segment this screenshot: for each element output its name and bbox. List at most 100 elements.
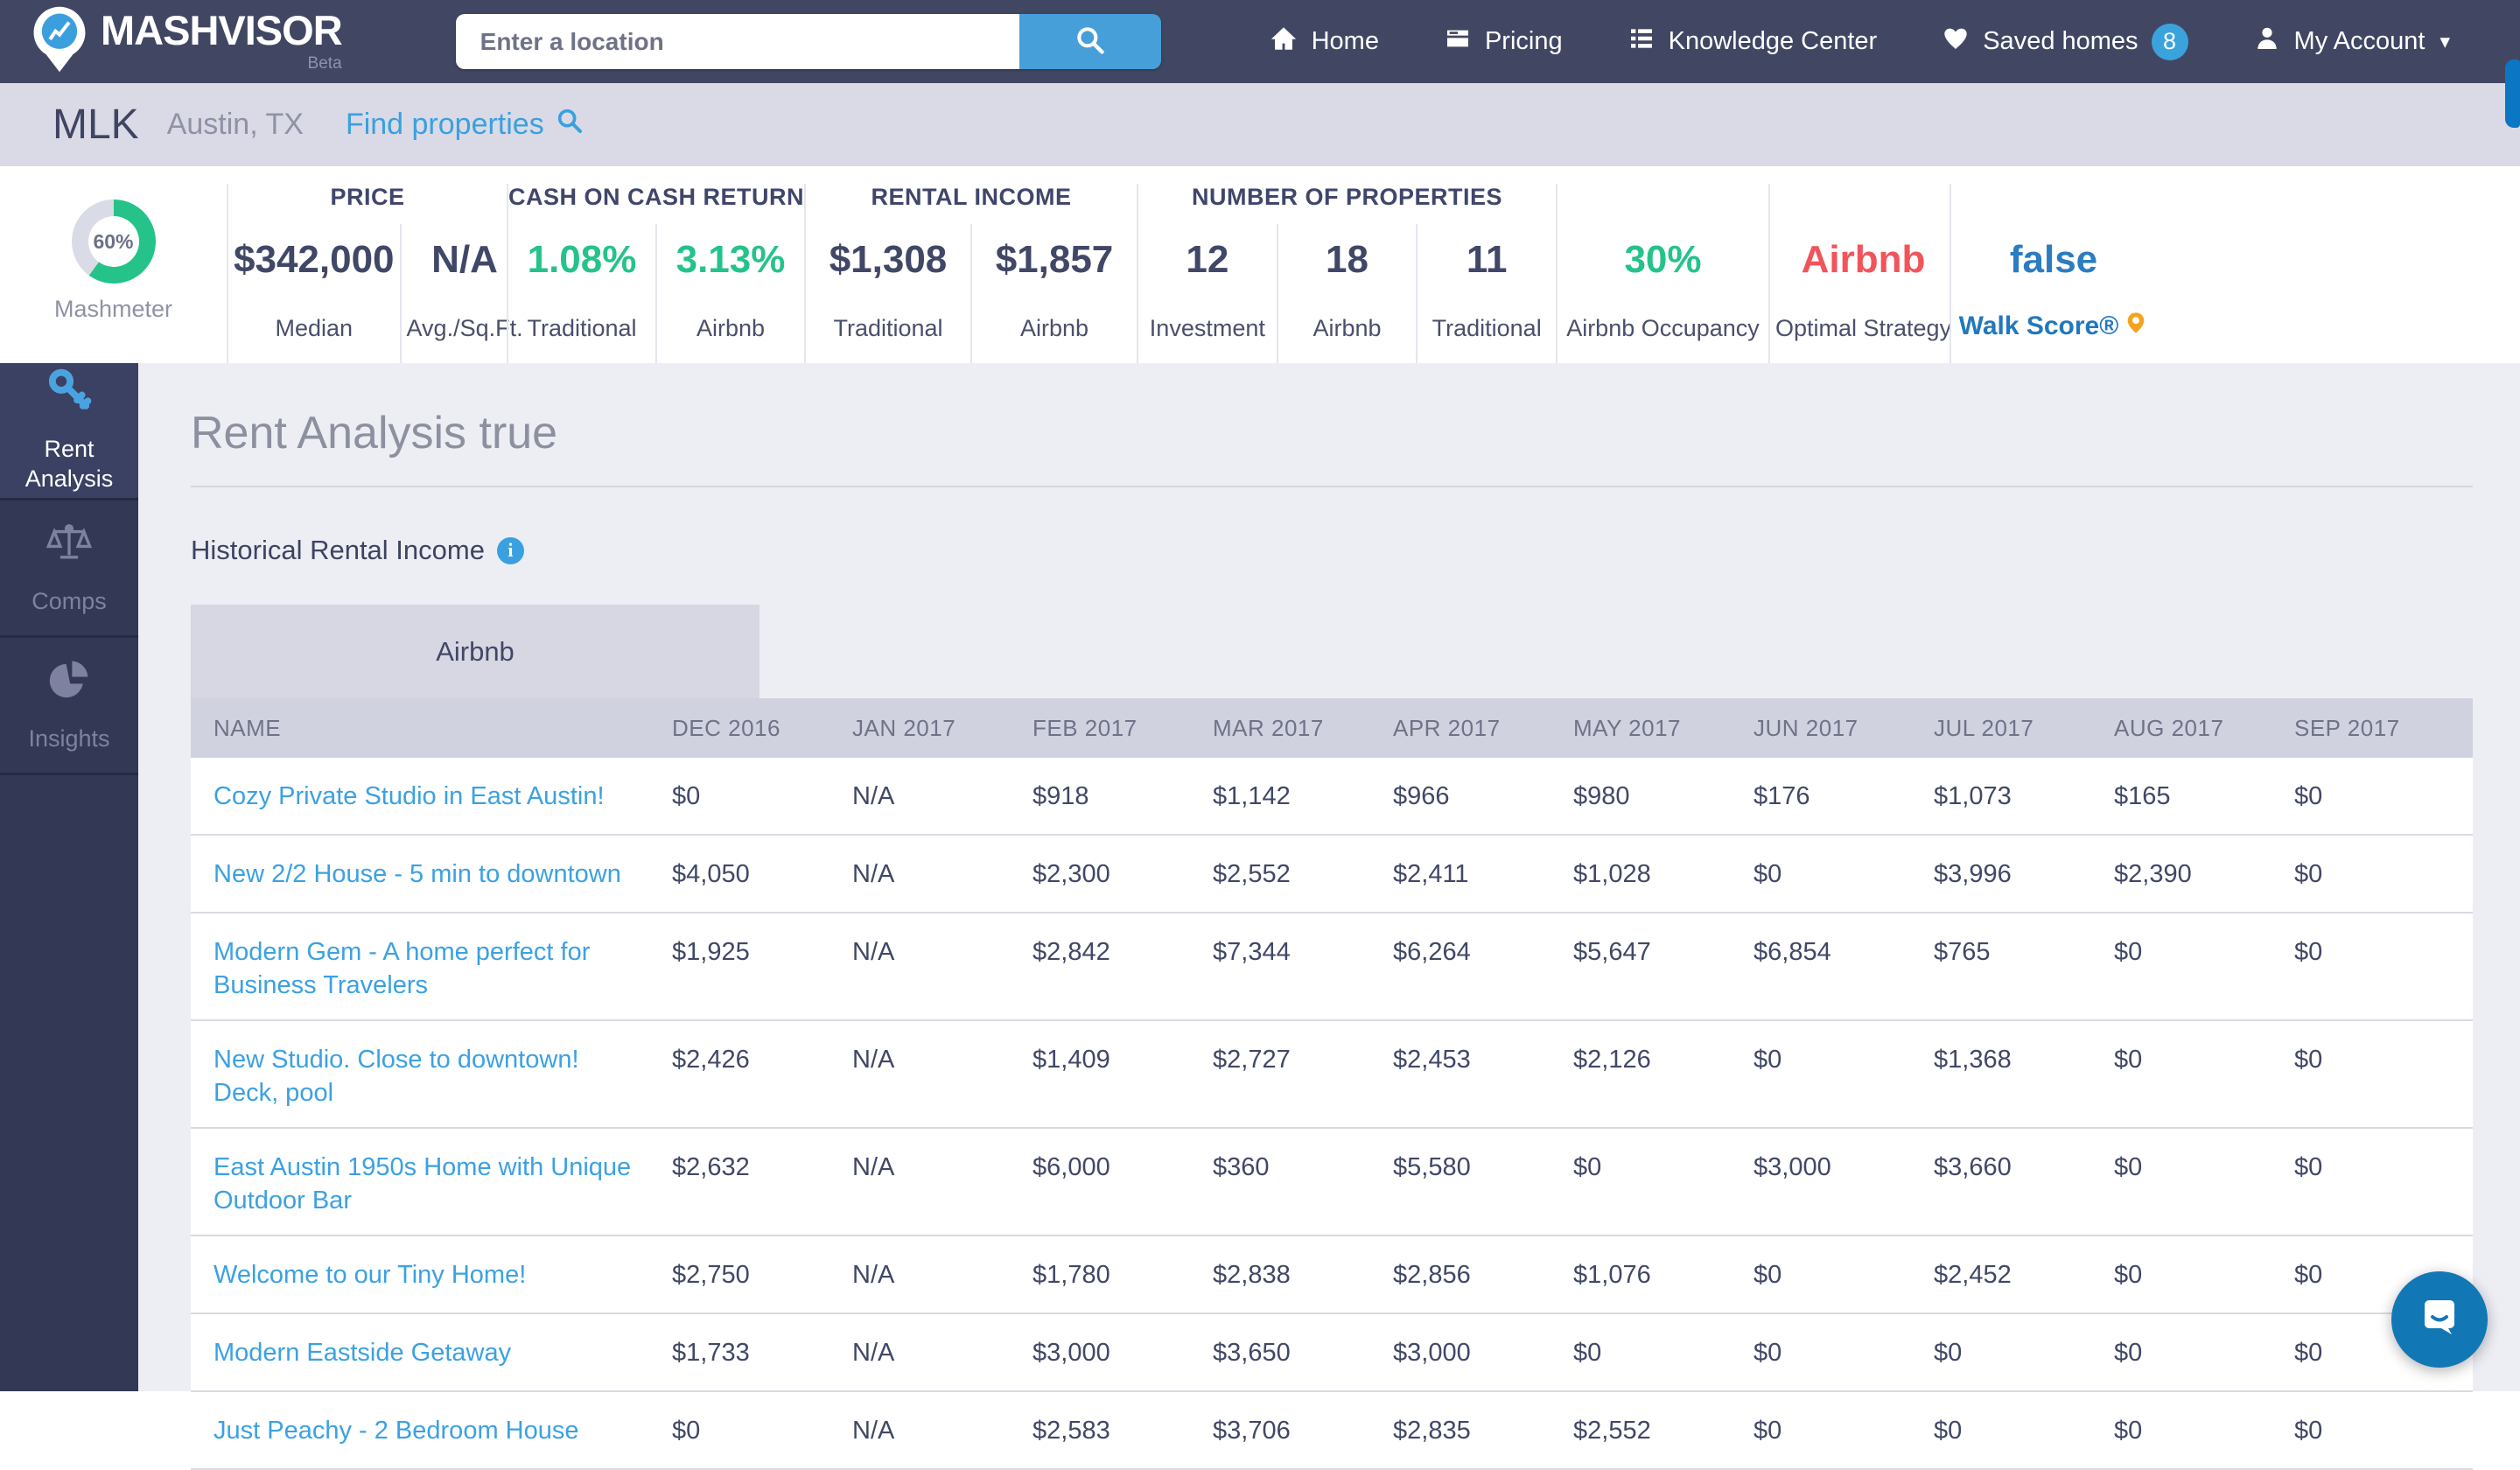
rent-value-cell: $4,050 xyxy=(670,858,850,891)
rent-value-cell: $0 xyxy=(1932,1336,2112,1369)
stat-group-header: RENTAL INCOME xyxy=(806,184,1137,224)
walk-score-label: Walk Score® xyxy=(1959,312,2119,341)
summary-stats-bar: 60% Mashmeter PRICE $342,000 Median N/A … xyxy=(0,166,2520,363)
divider xyxy=(191,486,2473,487)
rent-value-cell: $0 xyxy=(1752,1043,1932,1076)
nav-item-my-account[interactable]: My Account ▾ xyxy=(2253,24,2450,60)
section-title-label: Historical Rental Income xyxy=(191,535,485,566)
rent-value-cell: $2,126 xyxy=(1572,1043,1752,1076)
property-name-link[interactable]: New 2/2 House - 5 min to downtown xyxy=(191,858,670,891)
property-name-link[interactable]: East Austin 1950s Home with Unique Outdo… xyxy=(191,1151,670,1217)
mashvisor-logo[interactable]: MASHVISOR Beta xyxy=(32,5,342,78)
rent-value-cell: $2,632 xyxy=(670,1151,850,1184)
left-sidebar: Rent Analysis Comps Insights xyxy=(0,363,138,1391)
brand-name: MASHVISOR xyxy=(101,5,342,56)
historical-rental-income-table: NAMEDEC 2016JAN 2017FEB 2017MAR 2017APR … xyxy=(191,698,2473,1470)
stat-label: Airbnb xyxy=(1020,315,1088,342)
stat-group-header: PRICE xyxy=(228,184,507,224)
rent-value-cell: $765 xyxy=(1932,935,2112,969)
rent-value-cell: $2,552 xyxy=(1572,1414,1752,1447)
rent-value-cell: $7,344 xyxy=(1211,935,1391,969)
stat-label: Traditional xyxy=(833,315,942,342)
mashmeter-value: 60% xyxy=(88,216,139,267)
sidebar-item-insights[interactable]: Insights xyxy=(0,638,138,775)
sidebar-item-comps[interactable]: Comps xyxy=(0,500,138,638)
stat-group-airbnb-occupancy: 30% Airbnb Occupancy xyxy=(1556,184,1768,363)
rent-value-cell: $1,142 xyxy=(1211,780,1391,813)
stat-label: Investment xyxy=(1150,315,1265,342)
column-header: NAME xyxy=(191,715,670,742)
nav-label: Pricing xyxy=(1485,27,1563,56)
rent-value-cell: $2,552 xyxy=(1211,858,1391,891)
rent-value-cell: $6,854 xyxy=(1752,935,1932,969)
property-name-link[interactable]: Welcome to our Tiny Home! xyxy=(191,1258,670,1292)
rent-value-cell: $0 xyxy=(2292,1151,2473,1184)
search-button[interactable] xyxy=(1019,14,1161,69)
rent-value-cell: $2,838 xyxy=(1211,1258,1391,1292)
stat-value: 1.08% xyxy=(528,238,637,282)
stat-label: Airbnb xyxy=(696,315,765,342)
page-scrollbar-thumb[interactable] xyxy=(2505,60,2520,128)
rent-value-cell: $0 xyxy=(2112,1414,2292,1447)
property-name-link[interactable]: New Studio. Close to downtown! Deck, poo… xyxy=(191,1043,670,1110)
neighborhood-title: MLK xyxy=(52,101,139,149)
search-input[interactable] xyxy=(456,14,1019,69)
chevron-down-icon: ▾ xyxy=(2440,30,2450,53)
stat-value: 11 xyxy=(1466,238,1508,282)
home-icon xyxy=(1269,24,1298,60)
nav-item-home[interactable]: Home xyxy=(1269,24,1379,60)
rent-value-cell: $1,409 xyxy=(1031,1043,1211,1076)
find-properties-link[interactable]: Find properties xyxy=(346,106,584,144)
rent-value-cell: $0 xyxy=(1752,1414,1932,1447)
rent-value-cell: N/A xyxy=(850,780,1031,813)
rent-value-cell: $966 xyxy=(1391,780,1572,813)
rent-value-cell: $360 xyxy=(1211,1151,1391,1184)
rent-value-cell: N/A xyxy=(850,858,1031,891)
nav-label: Home xyxy=(1312,27,1379,56)
property-name-link[interactable]: Cozy Private Studio in East Austin! xyxy=(191,780,670,813)
info-icon[interactable]: i xyxy=(497,537,524,564)
rent-value-cell: N/A xyxy=(850,1258,1031,1292)
rent-value-cell: $3,000 xyxy=(1391,1336,1572,1369)
nav-item-pricing[interactable]: Pricing xyxy=(1444,24,1563,60)
rent-value-cell: N/A xyxy=(850,1336,1031,1369)
rent-value-cell: $980 xyxy=(1572,780,1752,813)
rent-value-cell: $918 xyxy=(1031,780,1211,813)
rent-value-cell: $2,411 xyxy=(1391,858,1572,891)
rent-value-cell: $0 xyxy=(2292,858,2473,891)
stat-group-price: PRICE $342,000 Median N/A Avg./Sq.Ft. xyxy=(227,184,507,363)
saved-homes-count-badge: 8 xyxy=(2152,24,2188,60)
rent-value-cell: $0 xyxy=(2292,1414,2473,1447)
tab-airbnb[interactable]: Airbnb xyxy=(191,605,760,698)
nav-menu: Home Pricing Knowledge Center Saved home… xyxy=(1269,24,2450,60)
heart-icon xyxy=(1942,24,1970,60)
nav-item-saved-homes[interactable]: Saved homes 8 xyxy=(1942,24,2188,60)
stat-label: Median xyxy=(275,315,353,342)
property-name-link[interactable]: Modern Eastside Getaway xyxy=(191,1336,670,1369)
rent-value-cell: $0 xyxy=(2292,935,2473,969)
walk-score-pin-icon xyxy=(2124,311,2148,342)
rent-value-cell: N/A xyxy=(850,1151,1031,1184)
chat-launcher-button[interactable] xyxy=(2391,1271,2488,1368)
nav-item-knowledge-center[interactable]: Knowledge Center xyxy=(1628,24,1878,60)
rent-value-cell: $3,000 xyxy=(1752,1151,1932,1184)
stat-label: Optimal Strategy xyxy=(1775,315,1951,342)
location-search xyxy=(456,14,1161,69)
rent-value-cell: $0 xyxy=(2112,1258,2292,1292)
rent-value-cell: $1,780 xyxy=(1031,1258,1211,1292)
property-name-link[interactable]: Just Peachy - 2 Bedroom House xyxy=(191,1414,670,1447)
stat-value: false xyxy=(2010,238,2097,282)
rent-value-cell: $3,000 xyxy=(1031,1336,1211,1369)
rent-value-cell: $2,390 xyxy=(2112,858,2292,891)
rent-value-cell: N/A xyxy=(850,935,1031,969)
pricing-icon xyxy=(1444,24,1472,60)
sidebar-item-rent-analysis[interactable]: Rent Analysis xyxy=(0,363,138,500)
stat-group-header: NUMBER OF PROPERTIES xyxy=(1138,184,1556,224)
rent-value-cell: $0 xyxy=(1572,1336,1752,1369)
stat-value: $342,000 xyxy=(234,238,395,282)
search-icon xyxy=(1074,24,1107,60)
property-name-link[interactable]: Modern Gem - A home perfect for Business… xyxy=(191,935,670,1002)
rent-value-cell: $1,925 xyxy=(670,935,850,969)
rent-value-cell: $2,835 xyxy=(1391,1414,1572,1447)
content-area: Rent Analysis Comps Insights xyxy=(0,363,2520,1391)
